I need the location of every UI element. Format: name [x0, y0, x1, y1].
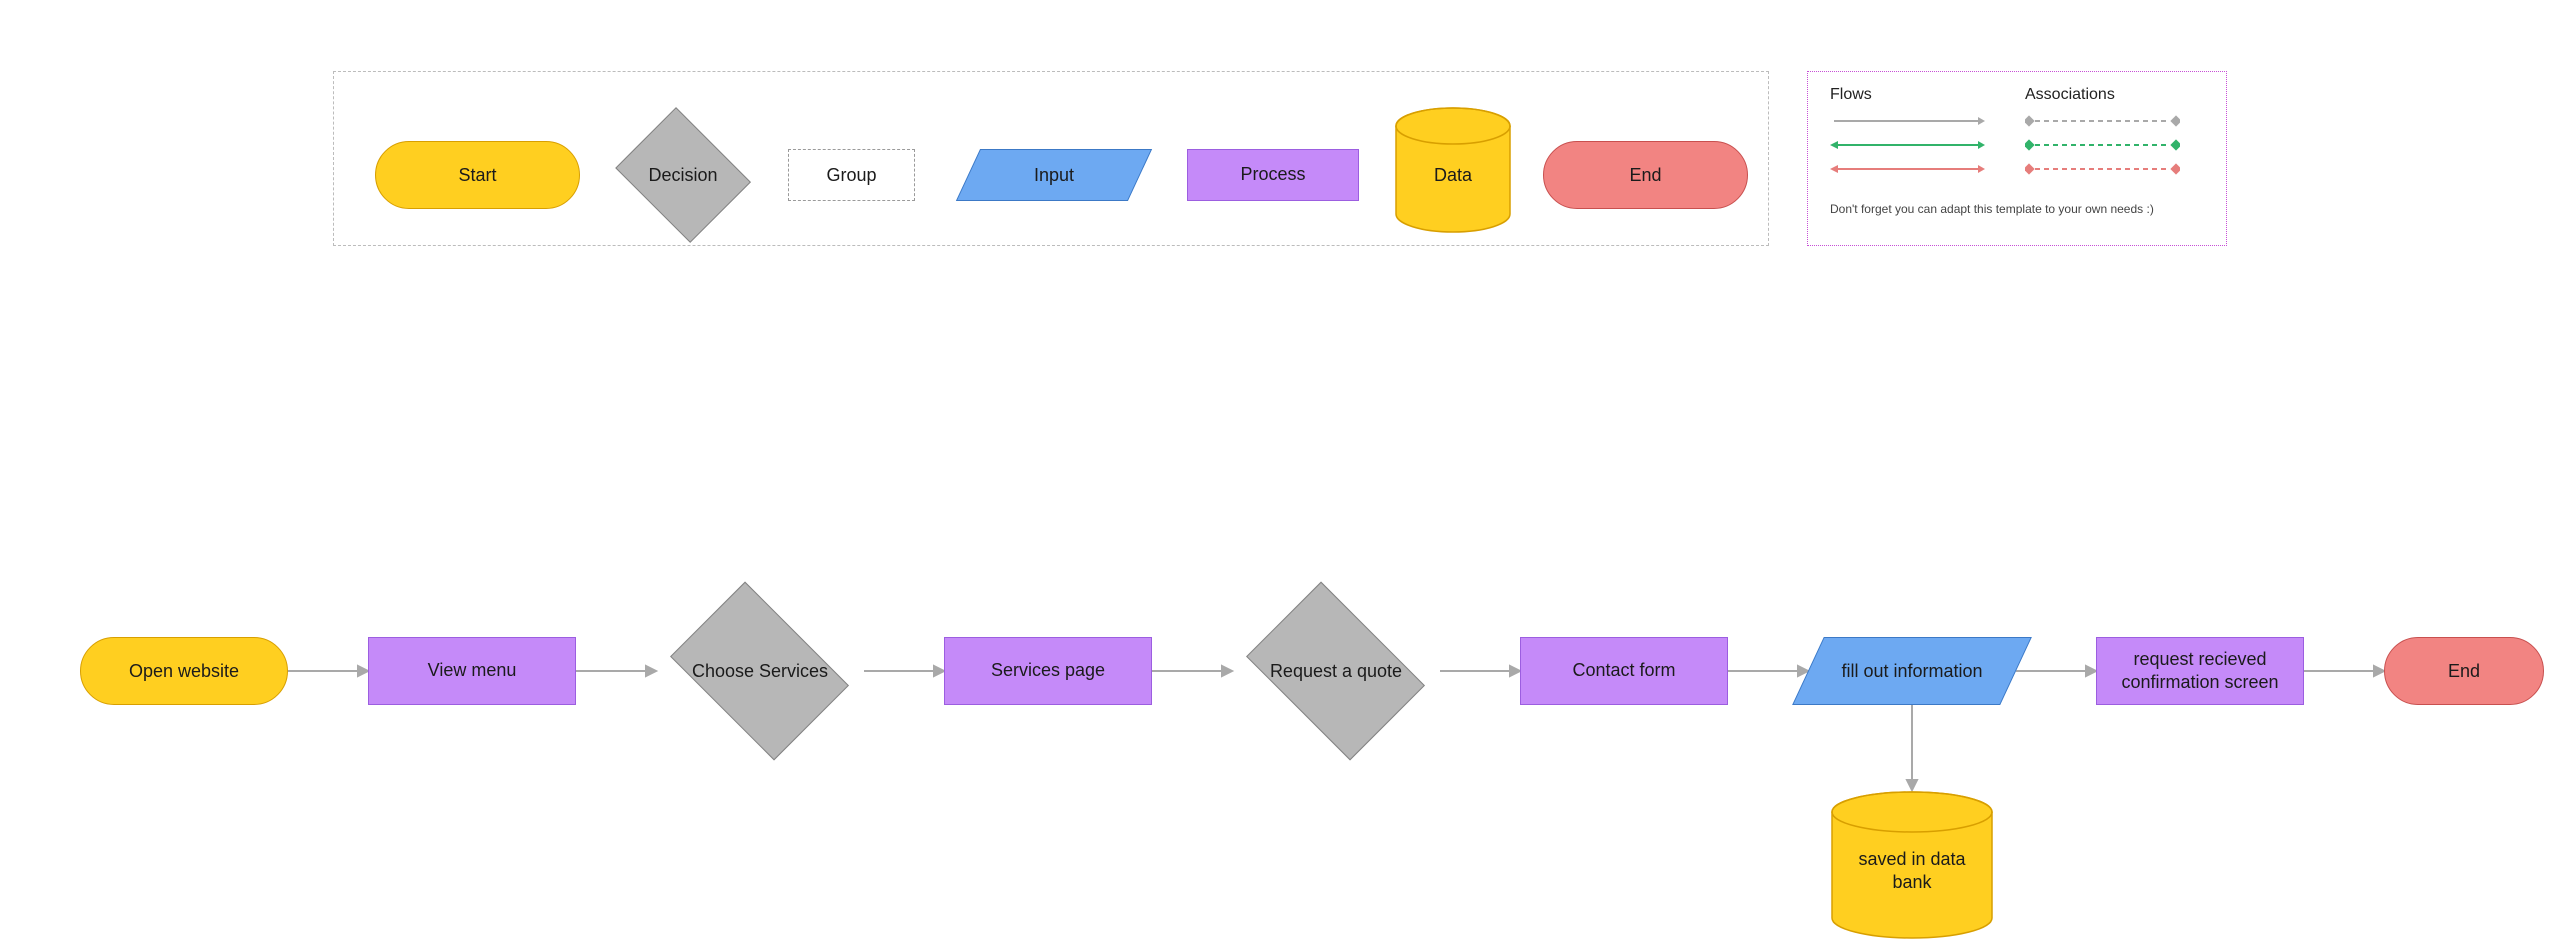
node-confirmation-screen: request recieved confirmation screen [2096, 637, 2304, 705]
legend-start-label: Start [458, 165, 496, 186]
node-data-bank-label: saved in data bank [1830, 848, 1994, 895]
legend-assoc-green [2025, 136, 2180, 154]
node-choose-services-label: Choose Services [692, 660, 828, 683]
diagram-canvas: Start Decision Group Input Process Data … [0, 0, 2560, 952]
legend-assoc-red [2025, 160, 2180, 178]
legend-end-label: End [1629, 165, 1661, 186]
legend-tip: Don't forget you can adapt this template… [1830, 202, 2208, 216]
node-request-quote-label: Request a quote [1270, 660, 1402, 683]
legend-group-shape: Group [788, 149, 915, 201]
node-services-page-label: Services page [991, 659, 1105, 682]
legend-flow-red [1830, 160, 1985, 178]
node-fill-out-information: fill out information [1808, 637, 2016, 705]
legend-process-shape: Process [1187, 149, 1359, 201]
legend-end-shape: End [1543, 141, 1748, 209]
legend-decision-label: Decision [648, 164, 717, 187]
node-view-menu-label: View menu [428, 659, 517, 682]
node-contact-form-label: Contact form [1572, 659, 1675, 682]
legend-group-label: Group [826, 165, 876, 186]
node-confirmation-screen-label: request recieved confirmation screen [2111, 648, 2289, 695]
node-end: End [2384, 637, 2544, 705]
node-fill-out-information-label: fill out information [1841, 660, 1982, 683]
legend-process-label: Process [1240, 163, 1305, 186]
legend-lines-frame: Flows Associations [1807, 71, 2227, 246]
node-choose-services: Choose Services [656, 596, 864, 746]
legend-start-shape: Start [375, 141, 580, 209]
node-end-label: End [2448, 661, 2480, 682]
legend-data-label: Data [1416, 164, 1490, 187]
legend-input-label: Input [1034, 164, 1074, 187]
legend-flow-gray [1830, 112, 1985, 130]
node-data-bank: saved in data bank [1830, 790, 1994, 940]
node-request-quote: Request a quote [1232, 596, 1440, 746]
node-contact-form: Contact form [1520, 637, 1728, 705]
legend-assoc-title: Associations [2025, 86, 2180, 104]
legend-assoc-gray [2025, 112, 2180, 130]
legend-decision-shape: Decision [608, 114, 758, 236]
legend-data-shape: Data [1394, 106, 1512, 234]
node-services-page: Services page [944, 637, 1152, 705]
node-open-website-label: Open website [129, 661, 239, 682]
legend-flows-title: Flows [1830, 86, 1985, 104]
legend-input-shape: Input [968, 149, 1140, 201]
node-view-menu: View menu [368, 637, 576, 705]
legend-flow-green [1830, 136, 1985, 154]
node-open-website: Open website [80, 637, 288, 705]
